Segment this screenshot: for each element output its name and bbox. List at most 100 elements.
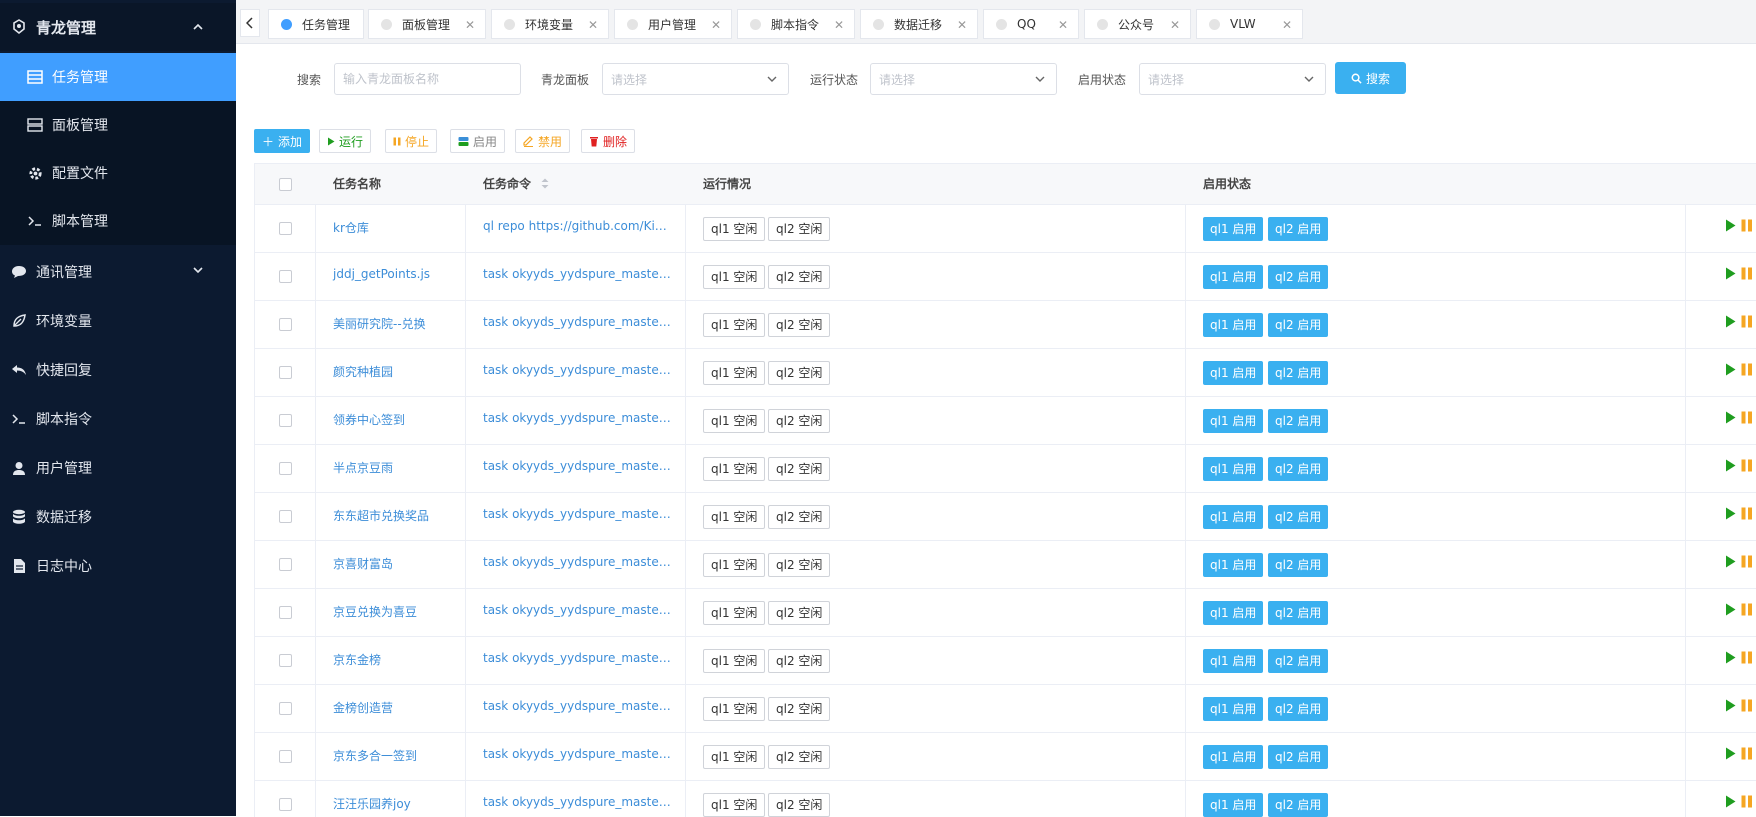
enable-tag-ql2[interactable]: ql2 启用 <box>1268 409 1329 433</box>
enable-tag-ql2[interactable]: ql2 启用 <box>1268 313 1329 337</box>
play-icon[interactable] <box>1725 363 1736 376</box>
task-name-link[interactable]: 京东金榜 <box>333 651 381 668</box>
sidebar-item-panel-management[interactable]: 面板管理 <box>0 101 236 149</box>
close-icon[interactable]: ✕ <box>465 18 475 32</box>
row-checkbox[interactable] <box>279 750 292 763</box>
search-button[interactable]: 搜索 <box>1335 62 1406 94</box>
task-name-link[interactable]: 金榜创造营 <box>333 699 393 716</box>
play-icon[interactable] <box>1725 651 1736 664</box>
play-icon[interactable] <box>1725 555 1736 568</box>
enable-tag-ql2[interactable]: ql2 启用 <box>1268 553 1329 577</box>
play-icon[interactable] <box>1725 699 1736 712</box>
enable-tag-ql1[interactable]: ql1 启用 <box>1203 601 1264 625</box>
disable-button[interactable]: 禁用 <box>515 129 571 153</box>
sidebar-item-data-migration[interactable]: 数据迁移 <box>0 493 236 541</box>
pause-icon[interactable] <box>1741 795 1753 808</box>
row-checkbox[interactable] <box>279 606 292 619</box>
task-name-link[interactable]: 京东多合一签到 <box>333 747 417 764</box>
play-icon[interactable] <box>1725 747 1736 760</box>
pause-icon[interactable] <box>1741 315 1753 328</box>
row-checkbox[interactable] <box>279 270 292 283</box>
play-icon[interactable] <box>1725 459 1736 472</box>
enable-tag-ql2[interactable]: ql2 启用 <box>1268 361 1329 385</box>
sidebar-item-env-vars[interactable]: 环境变量 <box>0 297 236 345</box>
sidebar-item-task-management[interactable]: 任务管理 <box>0 53 236 101</box>
row-checkbox[interactable] <box>279 366 292 379</box>
enable-tag-ql1[interactable]: ql1 启用 <box>1203 265 1264 289</box>
task-name-link[interactable]: 京豆兑换为喜豆 <box>333 603 417 620</box>
row-checkbox[interactable] <box>279 318 292 331</box>
enable-tag-ql1[interactable]: ql1 启用 <box>1203 505 1264 529</box>
pause-icon[interactable] <box>1741 411 1753 424</box>
close-icon[interactable]: ✕ <box>711 18 721 32</box>
row-checkbox[interactable] <box>279 462 292 475</box>
enable-tag-ql1[interactable]: ql1 启用 <box>1203 649 1264 673</box>
close-icon[interactable]: ✕ <box>1282 18 1292 32</box>
enable-tag-ql2[interactable]: ql2 启用 <box>1268 793 1329 817</box>
play-icon[interactable] <box>1725 603 1736 616</box>
play-icon[interactable] <box>1725 507 1736 520</box>
row-checkbox[interactable] <box>279 510 292 523</box>
tab-script-commands[interactable]: 脚本指令 ✕ <box>737 9 855 39</box>
sidebar-item-log-center[interactable]: 日志中心 <box>0 542 236 590</box>
row-checkbox[interactable] <box>279 558 292 571</box>
pause-icon[interactable] <box>1741 363 1753 376</box>
close-icon[interactable]: ✕ <box>588 18 598 32</box>
close-icon[interactable]: ✕ <box>834 18 844 32</box>
pause-icon[interactable] <box>1741 651 1753 664</box>
enable-tag-ql2[interactable]: ql2 启用 <box>1268 649 1329 673</box>
enable-tag-ql1[interactable]: ql1 启用 <box>1203 697 1264 721</box>
sidebar-item-quick-reply[interactable]: 快捷回复 <box>0 346 236 394</box>
enable-tag-ql1[interactable]: ql1 启用 <box>1203 745 1264 769</box>
enable-button[interactable]: 启用 <box>450 129 506 153</box>
close-icon[interactable]: ✕ <box>1170 18 1180 32</box>
select-all-checkbox[interactable] <box>279 178 292 191</box>
run-button[interactable]: 运行 <box>319 129 372 153</box>
enable-tag-ql2[interactable]: ql2 启用 <box>1268 457 1329 481</box>
row-checkbox[interactable] <box>279 798 292 811</box>
enable-tag-ql1[interactable]: ql1 启用 <box>1203 457 1264 481</box>
task-name-link[interactable]: 京喜财富岛 <box>333 555 393 572</box>
row-checkbox[interactable] <box>279 702 292 715</box>
task-name-link[interactable]: 东东超市兑换奖品 <box>333 507 429 524</box>
pause-icon[interactable] <box>1741 267 1753 280</box>
enable-tag-ql2[interactable]: ql2 启用 <box>1268 265 1329 289</box>
pause-icon[interactable] <box>1741 459 1753 472</box>
task-name-link[interactable]: 颜究种植园 <box>333 363 393 380</box>
pause-icon[interactable] <box>1741 747 1753 760</box>
tabs-scroll-left-button[interactable] <box>240 9 260 37</box>
enable-tag-ql1[interactable]: ql1 启用 <box>1203 793 1264 817</box>
stop-button[interactable]: 停止 <box>385 129 438 153</box>
enable-tag-ql2[interactable]: ql2 启用 <box>1268 505 1329 529</box>
sort-icon[interactable] <box>541 165 549 205</box>
add-button[interactable]: ＋添加 <box>254 129 311 153</box>
tab-task-management[interactable]: 任务管理 <box>268 9 364 39</box>
enable-tag-ql2[interactable]: ql2 启用 <box>1268 745 1329 769</box>
tab-panel-management[interactable]: 面板管理 ✕ <box>368 9 486 39</box>
enable-status-select[interactable]: 请选择 <box>1139 63 1326 95</box>
enable-tag-ql1[interactable]: ql1 启用 <box>1203 217 1264 241</box>
enable-tag-ql1[interactable]: ql1 启用 <box>1203 409 1264 433</box>
run-status-select[interactable]: 请选择 <box>870 63 1057 95</box>
task-name-link[interactable]: jddj_getPoints.js <box>333 267 430 281</box>
task-name-link[interactable]: kr仓库 <box>333 219 369 236</box>
tab-qq[interactable]: QQ ✕ <box>983 9 1079 39</box>
enable-tag-ql2[interactable]: ql2 启用 <box>1268 217 1329 241</box>
tab-env-vars[interactable]: 环境变量 ✕ <box>491 9 609 39</box>
delete-button[interactable]: 删除 <box>581 129 636 153</box>
task-name-link[interactable]: 汪汪乐园养joy <box>333 795 411 812</box>
row-checkbox[interactable] <box>279 222 292 235</box>
play-icon[interactable] <box>1725 315 1736 328</box>
play-icon[interactable] <box>1725 267 1736 280</box>
sidebar-item-config-files[interactable]: 配置文件 <box>0 149 236 197</box>
tab-data-migration[interactable]: 数据迁移 ✕ <box>860 9 978 39</box>
panel-select[interactable]: 请选择 <box>602 63 789 95</box>
pause-icon[interactable] <box>1741 507 1753 520</box>
tab-vlw[interactable]: VLW ✕ <box>1196 9 1303 39</box>
pause-icon[interactable] <box>1741 699 1753 712</box>
row-checkbox[interactable] <box>279 414 292 427</box>
pause-icon[interactable] <box>1741 603 1753 616</box>
sidebar-item-script-management[interactable]: 脚本管理 <box>0 197 236 245</box>
close-icon[interactable]: ✕ <box>1058 18 1068 32</box>
tab-user-management[interactable]: 用户管理 ✕ <box>614 9 732 39</box>
